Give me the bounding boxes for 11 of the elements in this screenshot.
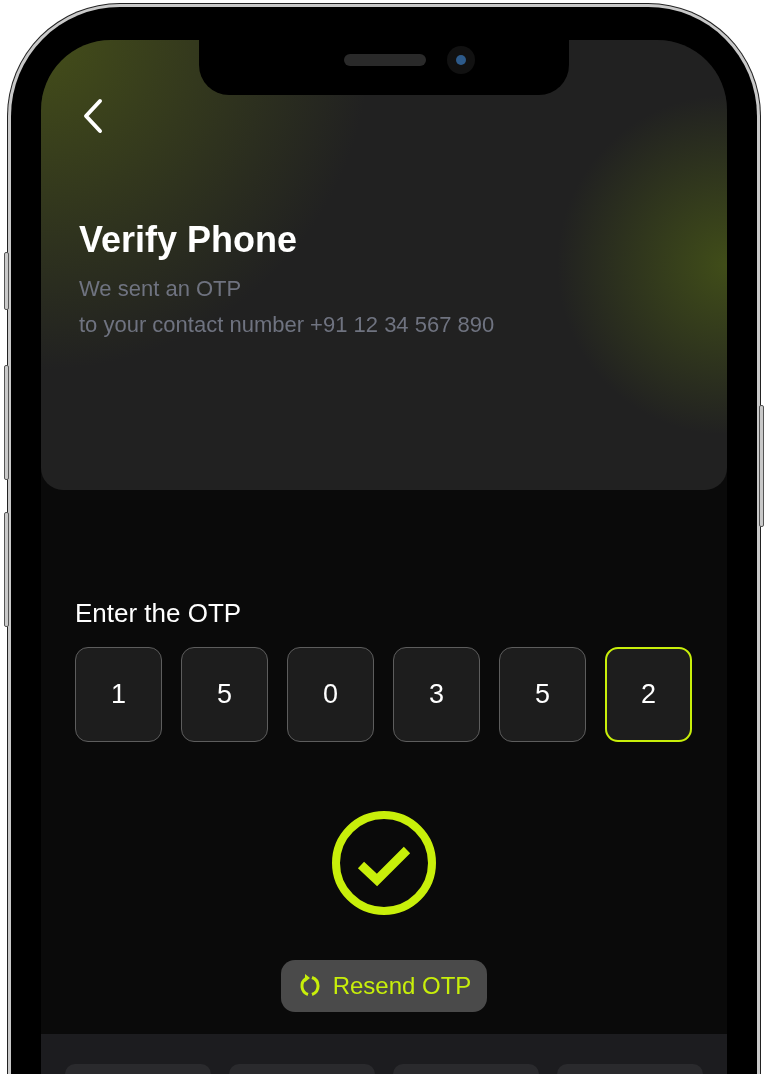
otp-digit-field[interactable]: 0 (287, 647, 374, 743)
resend-button[interactable]: Resend OTP (280, 960, 488, 1013)
otp-digit-field[interactable]: 3 (393, 647, 480, 743)
otp-digit-field[interactable]: 1 (75, 647, 162, 743)
otp-digit-field[interactable]: 2 (605, 647, 692, 743)
subtitle-text: to your contact number +91 12 34 567 890 (79, 311, 496, 340)
page-title: Verify Phone (79, 218, 299, 262)
subtitle-text: We sent an OTP (79, 275, 243, 304)
otp-label: Enter the OTP (75, 598, 243, 630)
otp-digit-field[interactable]: 5 (181, 647, 268, 743)
otp-digit-field[interactable]: 5 (499, 647, 586, 743)
